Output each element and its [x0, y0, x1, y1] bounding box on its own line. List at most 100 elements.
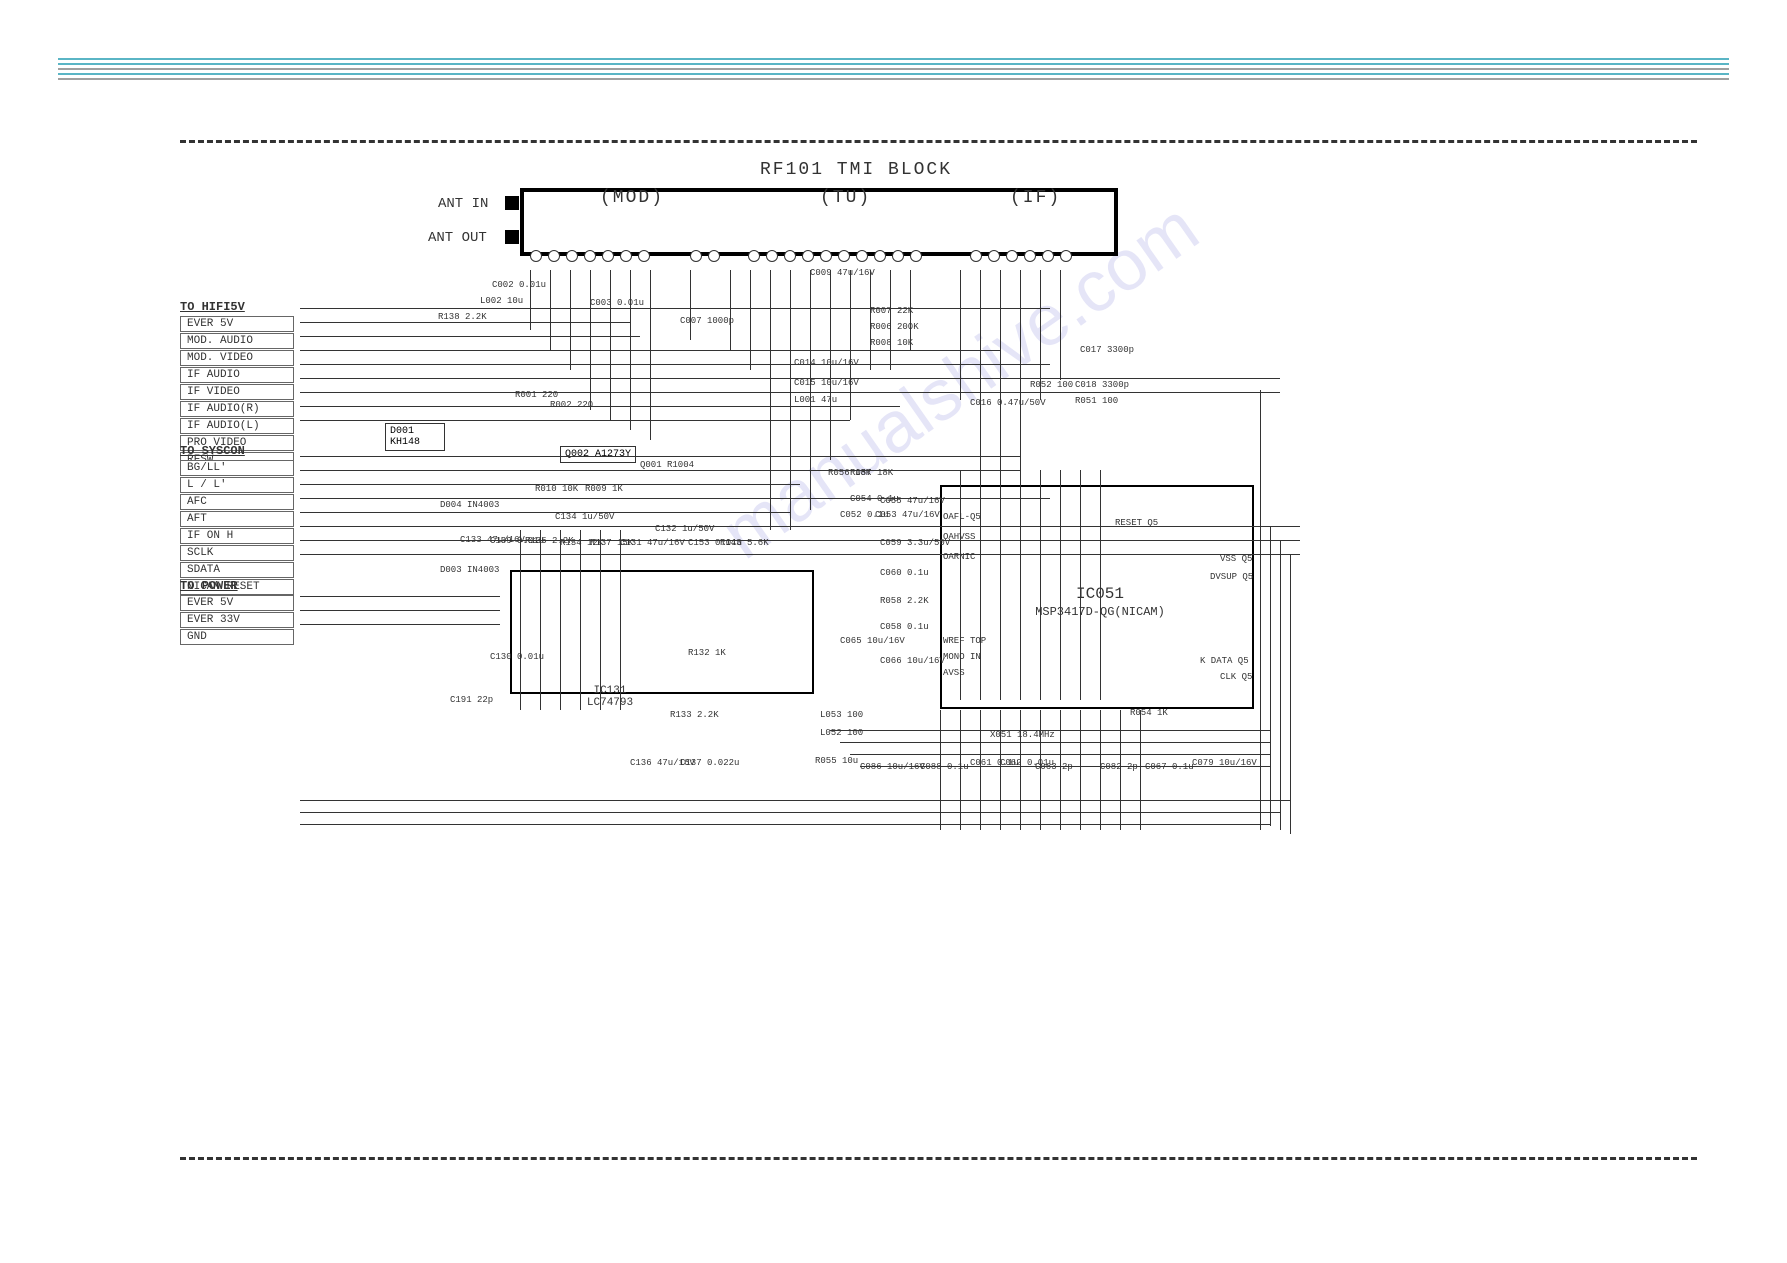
- r058-label: R058 2.2K: [880, 596, 929, 606]
- sig-bgll: BG/LL': [180, 460, 294, 476]
- syscon-signal-group: TO SYSCON BG/LL' L / L' AFC AFT IF ON H …: [180, 440, 294, 596]
- c017-label: C017 3300p: [1080, 345, 1134, 355]
- ant-in-terminal: [505, 196, 519, 210]
- c060-label: C060 0.1u: [880, 568, 929, 578]
- r010-label: R010 10K: [535, 484, 578, 494]
- c014-label: C014 10u/16V: [794, 358, 859, 368]
- r057-label: R057 18K: [850, 468, 893, 478]
- c067-label: C067 0.1u: [1145, 762, 1194, 772]
- l053-label: L053 100: [820, 710, 863, 720]
- ic051-pin-clk: CLK Q5: [1220, 672, 1252, 682]
- sig-ll: L / L': [180, 477, 294, 493]
- c055-label: C055 47u/16V: [880, 496, 945, 506]
- ic051-pin-vss: VSS Q5: [1220, 554, 1252, 564]
- c009-label: C009 47u/16V: [810, 268, 875, 278]
- d004-label: D004 IN4003: [440, 500, 499, 510]
- sig-if-video: IF VIDEO: [180, 384, 294, 400]
- sig-gnd: GND: [180, 629, 294, 645]
- c086-label: C086 10u/16V: [860, 762, 925, 772]
- l002-label: L002 10u: [480, 296, 523, 306]
- ic051-pin-oafl: OAFL-Q5: [943, 512, 981, 522]
- hifi5v-header: TO HIFI5V: [180, 300, 294, 314]
- c079-label: C079 10u/16V: [1192, 758, 1257, 768]
- c132-label: C132 1u/50V: [655, 524, 714, 534]
- tmi-pin-row: [530, 250, 1100, 270]
- c003-label: C003 0.01u: [590, 298, 644, 308]
- header-decorative-lines: [58, 58, 1729, 82]
- ic051-pin-reset: RESET Q5: [1115, 518, 1158, 528]
- c053-label: C053 47u/16V: [875, 510, 940, 520]
- r143-label: R143 5.6K: [720, 538, 769, 548]
- c002-label: C002 0.01u: [492, 280, 546, 290]
- r001-label: R001 220: [515, 390, 558, 400]
- sig-aft: AFT: [180, 511, 294, 527]
- r054-label: R054 1K: [1130, 708, 1168, 718]
- ant-out-terminal: [505, 230, 519, 244]
- syscon-header: TO SYSCON: [180, 444, 294, 458]
- r052-label: R052 100: [1030, 380, 1073, 390]
- sig-ever5v: EVER 5V: [180, 316, 294, 332]
- ic051-label: IC051: [1010, 585, 1190, 603]
- ic051-pin-monoin: MONO IN: [943, 652, 981, 662]
- bottom-dash-border: [180, 1157, 1697, 1163]
- r002-label: R002 220: [550, 400, 593, 410]
- sig-if-audio-l: IF AUDIO(L): [180, 418, 294, 434]
- power-header: TO POWER: [180, 579, 294, 593]
- r008-label: R008 10K: [870, 338, 913, 348]
- c130-label: C130 0.01u: [490, 652, 544, 662]
- c007-label: C007 1000p: [680, 316, 734, 326]
- c065-label: C065 10u/16V: [840, 636, 905, 646]
- d003-label: D003 IN4003: [440, 565, 499, 575]
- ant-out-label: ANT OUT: [428, 230, 487, 246]
- power-signal-group: TO POWER EVER 5V EVER 33V GND: [180, 575, 294, 646]
- ic051-pin-oarnic: OARNIC: [943, 552, 975, 562]
- ic051-part-label: MSP3417D-QG(NICAM): [970, 605, 1230, 619]
- q001-label: Q001 R1004: [640, 460, 694, 470]
- sig-if-audio-r: IF AUDIO(R): [180, 401, 294, 417]
- r133-label: R133 2.2K: [670, 710, 719, 720]
- q002-box: Q002 A1273Y: [560, 446, 636, 463]
- r051-label: R051 100: [1075, 396, 1118, 406]
- r138-label: R138 2.2K: [438, 312, 487, 322]
- ic051-pin-avss: AVSS: [943, 668, 965, 678]
- sig-ifonh: IF ON H: [180, 528, 294, 544]
- sig-sclk: SCLK: [180, 545, 294, 561]
- c066-label: C066 10u/16V: [880, 656, 945, 666]
- tu-section-label: (TU): [820, 188, 871, 208]
- r006-label: R006 200K: [870, 322, 919, 332]
- top-dash-border: [180, 140, 1697, 146]
- x051-label: X051 18.4MHz: [990, 730, 1055, 740]
- d001-box: D001 KH148: [385, 423, 445, 451]
- sig-if-audio: IF AUDIO: [180, 367, 294, 383]
- r132-label: R132 1K: [688, 648, 726, 658]
- c058-label: C058 0.1u: [880, 622, 929, 632]
- c016-label: C016 0.47u/50V: [970, 398, 1046, 408]
- sig-afc: AFC: [180, 494, 294, 510]
- ic051-pin-wref: WREF TOP: [943, 636, 986, 646]
- ant-in-label: ANT IN: [438, 196, 488, 212]
- c018-label: C018 3300p: [1075, 380, 1129, 390]
- schematic-diagram: manualshive.com RF101 TMI BLOCK (MOD) (T…: [180, 140, 1697, 1163]
- c015-label: C015 10u/16V: [794, 378, 859, 388]
- c134-label: C134 1u/50V: [555, 512, 614, 522]
- ic131-block: [510, 570, 814, 694]
- sig-mod-video: MOD. VIDEO: [180, 350, 294, 366]
- sig-ever5v-pwr: EVER 5V: [180, 595, 294, 611]
- c191-label: C191 22p: [450, 695, 493, 705]
- c131-label: C131 47u/16V: [620, 538, 685, 548]
- r009-label: R009 1K: [585, 484, 623, 494]
- c063-label: C063 2p: [1035, 762, 1073, 772]
- r007-label: R007 22K: [870, 306, 913, 316]
- ic051-pin-oahvss: OAHVSS: [943, 532, 975, 542]
- c137-label: C137 0.022u: [680, 758, 739, 768]
- r055-label: R055 10u: [815, 756, 858, 766]
- sig-mod-audio: MOD. AUDIO: [180, 333, 294, 349]
- c059-label: C059 3.3u/50V: [880, 538, 950, 548]
- mod-section-label: (MOD): [600, 188, 664, 208]
- ic051-pin-kdata: K DATA Q5: [1200, 656, 1249, 666]
- if-section-label: (IF): [1010, 188, 1061, 208]
- sig-ever33v: EVER 33V: [180, 612, 294, 628]
- ic131-label: IC131LC74793: [580, 685, 640, 709]
- c082-label: C082 2p: [1100, 762, 1138, 772]
- c088-label: C088 0.1u: [920, 762, 969, 772]
